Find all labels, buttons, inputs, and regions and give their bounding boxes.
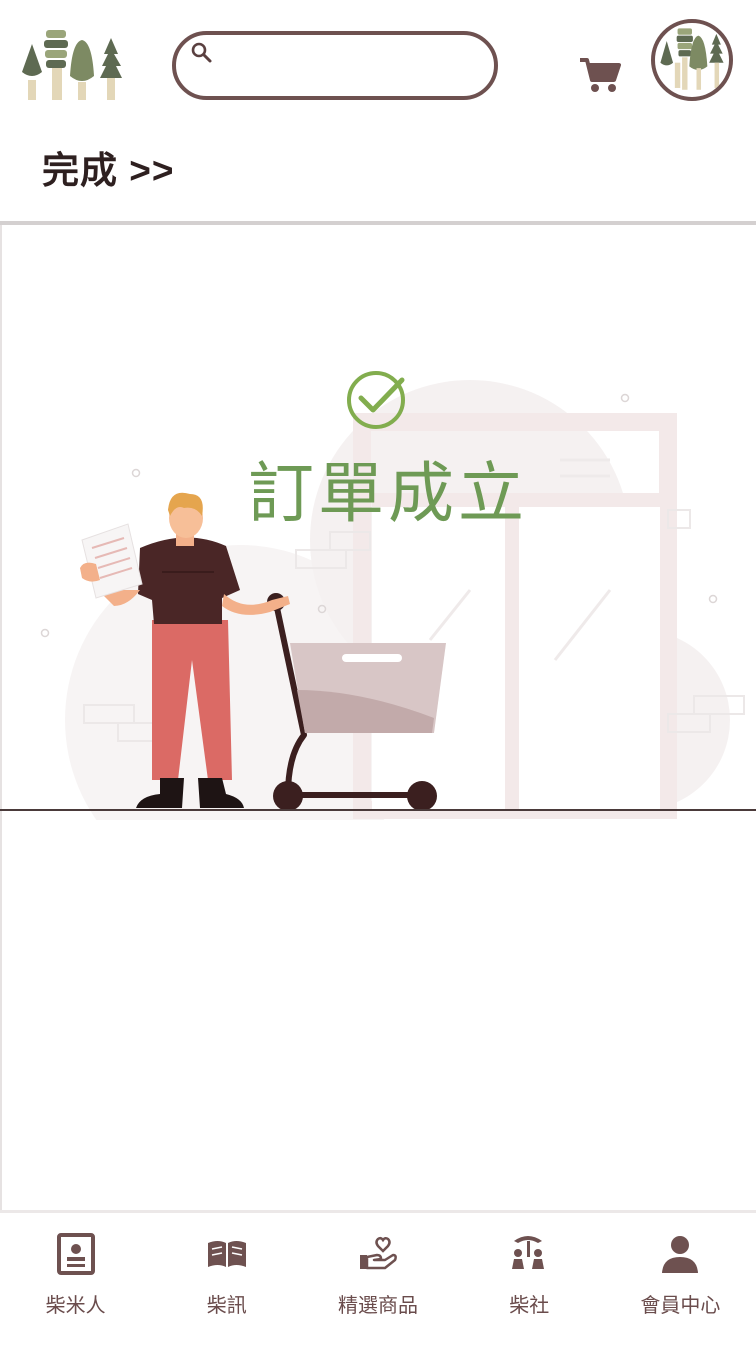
order-success-message: 訂單成立 <box>248 455 528 532</box>
nav-label: 會員中心 <box>640 1293 721 1317</box>
header-divider <box>0 221 756 225</box>
bottom-navigation: 柴米人 柴訊 精選商品 柴社 會員中心 <box>0 1210 756 1364</box>
trees-avatar-icon <box>660 28 724 90</box>
nav-item-chaimiren[interactable]: 柴米人 <box>0 1213 151 1364</box>
app-header <box>0 0 756 120</box>
nav-item-chaishe[interactable]: 柴社 <box>454 1213 605 1364</box>
nav-label: 柴訊 <box>206 1293 247 1317</box>
search-icon <box>191 42 212 62</box>
nav-label: 柴社 <box>509 1293 550 1317</box>
person-icon <box>662 1236 699 1273</box>
search-bar[interactable] <box>172 31 498 100</box>
nav-item-featured-products[interactable]: 精選商品 <box>302 1213 453 1364</box>
nav-item-member-center[interactable]: 會員中心 <box>605 1213 756 1364</box>
cart-icon[interactable] <box>578 54 622 94</box>
avatar[interactable] <box>651 19 733 101</box>
trees-logo-icon[interactable] <box>18 28 126 104</box>
community-icon <box>512 1236 545 1269</box>
nav-item-chaixun[interactable]: 柴訊 <box>151 1213 302 1364</box>
check-circle-icon <box>347 371 405 429</box>
hand-heart-icon <box>360 1236 397 1270</box>
breadcrumb[interactable]: 完成 >> <box>42 140 175 194</box>
nav-label: 柴米人 <box>45 1293 106 1317</box>
nav-label: 精選商品 <box>338 1293 418 1317</box>
search-input[interactable] <box>222 52 462 79</box>
order-success-banner: 訂單成立 <box>0 366 756 532</box>
profile-card-icon <box>56 1233 95 1275</box>
floor-line <box>0 809 756 811</box>
open-book-icon <box>207 1241 246 1267</box>
